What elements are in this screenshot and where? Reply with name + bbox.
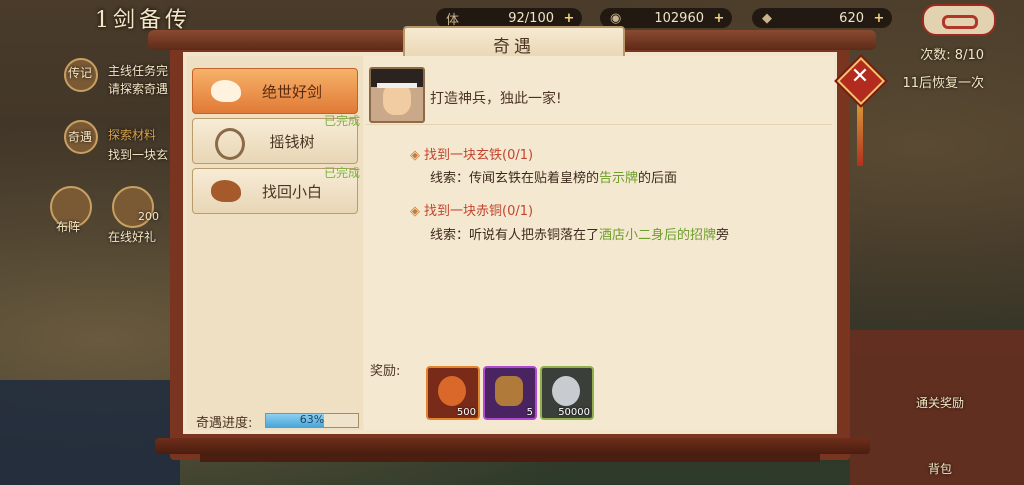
formation-label: 布阵 [56, 220, 81, 234]
task-clue: 线索：传闻玄铁在贴着皇榜的告示牌的后面 [430, 167, 677, 186]
tab-adventure-1[interactable]: 绝世好剑 [192, 68, 358, 114]
reward-item-coin[interactable]: 50000 [540, 366, 594, 420]
online-gift-count: 200 [138, 210, 159, 223]
reward-count: 50000 [558, 407, 590, 418]
task-title: 找到一块赤铜(0/1) [410, 200, 533, 219]
clue-text: 线索：传闻玄铁在贴着皇榜的 [430, 171, 600, 186]
adventure-progress-bar: 63% [265, 413, 359, 428]
gold-icon: ◆ [762, 10, 772, 26]
recover-timer: 11后恢复一次 [902, 76, 984, 91]
npc-avatar [369, 67, 425, 123]
task-title: 找到一块玄铁(0/1) [410, 144, 533, 163]
hand-icon [207, 74, 247, 108]
reward-count: 500 [456, 407, 476, 418]
divider [366, 124, 832, 125]
npc-intro: 打造神兵，独此一家! [430, 91, 562, 107]
stamina-label: 体 [446, 12, 460, 28]
close-tassel [857, 102, 863, 166]
chance-count: 次数: 8/10 [920, 48, 984, 63]
quest-line-2: 请探索奇遇 [108, 82, 169, 96]
dialog-title: 奇遇 [493, 36, 535, 57]
back-button[interactable] [922, 4, 996, 36]
tab-label: 摇钱树 [269, 132, 315, 151]
quest-line-4: 找到一块玄 [108, 148, 169, 162]
close-button[interactable]: ✕ [836, 56, 886, 106]
background-roof [0, 380, 180, 485]
clue-text: 的后面 [638, 171, 678, 186]
reward-label: 奖励: [370, 364, 401, 379]
silver-coin-icon [552, 376, 580, 406]
completed-badge: 已完成 [324, 166, 361, 180]
close-icon: ✕ [850, 64, 870, 89]
reward-item-fire[interactable]: 500 [426, 366, 480, 420]
add-stamina-button[interactable]: + [562, 11, 576, 26]
add-silver-button[interactable]: + [712, 11, 726, 26]
online-gift-label: 在线好礼 [108, 230, 157, 244]
fire-medal-icon [438, 376, 466, 406]
money-tree-icon [207, 124, 247, 160]
add-gold-button[interactable]: + [872, 11, 886, 26]
tab-label: 绝世好剑 [261, 82, 322, 101]
silver-bar: ◉ 102960 + [600, 8, 732, 28]
clue-text: 旁 [716, 228, 730, 243]
gold-value: 620 [839, 10, 864, 26]
scroll-icon [495, 376, 523, 406]
task-clue: 线索：听说有人把赤铜落在了酒店小二身后的招牌旁 [430, 224, 729, 243]
reward-item-scroll[interactable]: 5 [483, 366, 537, 420]
progress-label: 奇遇进度: [196, 416, 253, 431]
silver-value: 102960 [654, 10, 704, 26]
clear-reward-label: 通关奖励 [916, 396, 965, 410]
quest-line-3: 探索材料 [108, 128, 157, 142]
dialog-stand [200, 452, 820, 462]
hand-icon [207, 174, 247, 208]
adventure-tag: 奇遇 [68, 130, 93, 144]
progress-percent: 63% [299, 413, 325, 426]
clue-highlight[interactable]: 酒店小二身后的招牌 [599, 228, 716, 243]
clue-text: 线索：听说有人把赤铜落在了 [430, 228, 600, 243]
quest-line-1: 主线任务完 [108, 64, 169, 78]
silver-coin-icon: ◉ [610, 10, 622, 26]
completed-badge: 已完成 [324, 114, 361, 128]
biography-tag: 传记 [68, 66, 93, 80]
tab-label: 找回小白 [261, 182, 322, 201]
bag-label: 背包 [928, 462, 953, 476]
gold-bar: ◆ 620 + [752, 8, 892, 28]
clue-highlight[interactable]: 告示牌 [599, 171, 638, 186]
reward-count: 5 [526, 407, 533, 418]
stamina-value: 92/100 [508, 10, 554, 26]
stamina-bar: 体 92/100 + [436, 8, 582, 28]
